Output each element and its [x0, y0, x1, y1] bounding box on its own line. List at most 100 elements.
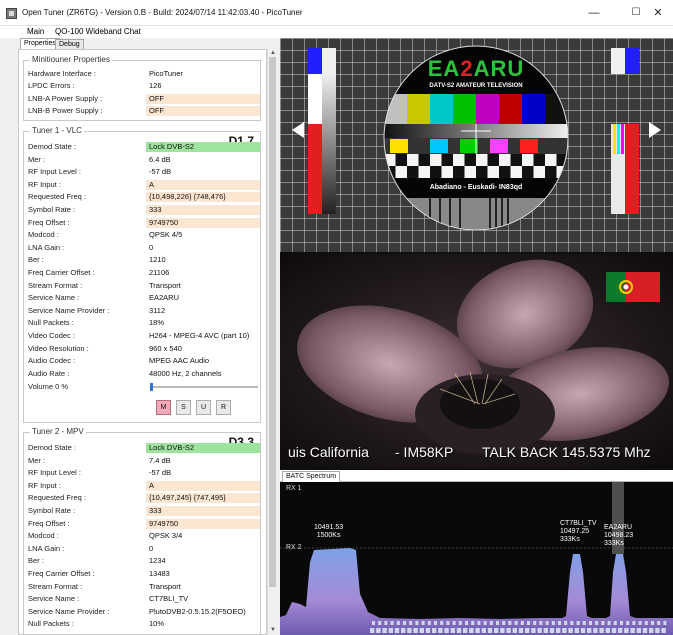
tuner2-prop-value: A — [146, 480, 260, 491]
tuner1-prop-row: Modcod : QPSK 4/5 — [24, 230, 262, 240]
record-button[interactable]: R — [216, 400, 231, 415]
tuner2-title: Tuner 2 - MPV — [30, 427, 86, 436]
scroll-up-icon[interactable]: ▲ — [268, 49, 278, 57]
spectrum-tabbar: BATC Spectrum — [280, 470, 673, 482]
tuner2-prop-row: Service Name : CT7BLI_TV — [24, 594, 262, 604]
tuner2-prop-label: Service Name Provider : — [28, 606, 110, 616]
tuner1-prop-value: H264 - MPEG-4 AVC (part 10) — [149, 331, 250, 340]
tab-batc-spectrum[interactable]: BATC Spectrum — [282, 471, 341, 482]
tuner1-prop-row: Symbol Rate : 333 — [24, 205, 262, 215]
tuner1-prop-row: Stream Format : Transport — [24, 281, 262, 291]
tuner1-prop-value: 18% — [149, 318, 165, 328]
tuner1-prop-label: Symbol Rate : — [28, 205, 76, 214]
portugal-flag-icon — [606, 272, 660, 302]
video-window-2[interactable]: uis California - IM58KP TALK BACK 145.53… — [280, 254, 673, 468]
tuner1-prop-label: Video Resolution : — [28, 343, 89, 353]
tuner1-prop-value: Lock DVB-S2 — [146, 142, 260, 152]
tuner1-prop-label: RF Input Level : — [28, 167, 81, 177]
tuner2-prop-value: 7.4 dB — [149, 455, 171, 465]
rx1-label: RX 1 — [286, 485, 302, 492]
tuner2-prop-label: Symbol Rate : — [28, 506, 76, 515]
tuner2-prop-value: Transport — [149, 581, 181, 591]
tuner1-prop-value: 960 x 540 — [149, 343, 182, 353]
tuner1-prop-value: QPSK 4/5 — [149, 230, 183, 240]
menu-qo100-chat[interactable]: QO-100 Wideband Chat — [55, 27, 141, 36]
tuner1-prop-value: MPEG AAC Audio — [149, 356, 210, 366]
title-bar: Open Tuner (ZR6TG) - Version 0.B - Build… — [0, 0, 673, 26]
tuner2-prop-label: Null Packets : — [28, 619, 74, 629]
tuner2-prop-value: 9749750 — [146, 518, 260, 529]
close-button[interactable]: ✕ — [643, 3, 673, 23]
tuner1-prop-label: Audio Codec : — [28, 356, 76, 366]
tuner2-prop-label: Demod State : — [28, 443, 76, 452]
signal-1-rate: 1500Ks — [316, 532, 341, 539]
osd-callsign-text: uis California — [288, 444, 369, 460]
tuner2-prop-value: -57 dB — [149, 468, 172, 478]
tuner2-prop-row: Symbol Rate : 333 — [24, 506, 262, 516]
tuner2-prop-label: Requested Freq : — [28, 493, 86, 503]
tuner2-prop-row: Mer : 7.4 dB — [24, 456, 262, 466]
tuner1-prop-label: Null Packets : — [28, 318, 74, 328]
properties-scrollbar[interactable]: ▲ ▼ — [267, 49, 277, 635]
osd-locator-text: - IM58KP — [395, 444, 454, 460]
volume-slider-thumb[interactable] — [150, 383, 153, 391]
minitiouner-prop-value: OFF — [146, 93, 260, 104]
tuner1-prop-value: -57 dB — [149, 167, 172, 177]
tuner1-prop-row: Demod State : Lock DVB-S2 — [24, 142, 262, 152]
signal-label-3: EA2ARU 10498.23 333Ks — [604, 524, 633, 548]
tuner1-prop-row: Video Codec : H264 - MPEG-4 AVC (part 10) — [24, 331, 262, 341]
tuner1-prop-label: RF Input : — [28, 179, 61, 189]
minitiouner-prop-value: PicoTuner — [149, 69, 183, 78]
tuner1-prop-label: Stream Format : — [28, 280, 83, 290]
menu-main[interactable]: Main — [27, 27, 44, 36]
tuner2-prop-label: Modcod : — [28, 531, 59, 541]
signal-label-1: 10491.53 1500Ks — [314, 524, 343, 540]
tuner2-prop-label: Ber : — [28, 556, 44, 566]
tuner1-prop-label: Demod State : — [28, 142, 76, 151]
tuner1-prop-row: Audio Rate : 48000 Hz, 2 channels — [24, 369, 262, 379]
osd-talkback-text: TALK BACK 145.5375 Mhz — [482, 444, 651, 460]
minitiouner-prop-row: LNB-A Power Supply : OFF — [24, 93, 262, 104]
tuner2-group: Tuner 2 - MPV D3.3 Demod State : Lock DVB… — [23, 427, 262, 634]
tuner2-prop-row: Requested Freq : {10,497,245} {747,495} — [24, 493, 262, 504]
tuner1-prop-row: Service Name Provider : 3112 — [24, 306, 262, 316]
tuner2-prop-label: Service Name : — [28, 594, 80, 604]
scroll-down-icon[interactable]: ▼ — [268, 626, 278, 634]
tuner2-prop-value: 1234 — [149, 556, 166, 566]
tuner1-title: Tuner 1 - VLC — [30, 126, 84, 135]
tuner1-prop-value: A — [146, 179, 260, 190]
tuner1-prop-row: Audio Codec : MPEG AAC Audio — [24, 356, 262, 366]
batc-spectrum[interactable]: RX 1 RX 2 10491.53 1500Ks CT7BLI_TV 1049… — [280, 482, 673, 635]
video-window-1[interactable]: EA2ARU DATV-S2 AMATEUR TELEVISION Abadia… — [280, 38, 673, 252]
app-icon — [6, 8, 17, 19]
open-tuner-window: Open Tuner (ZR6TG) - Version 0.B - Build… — [0, 0, 673, 635]
udp-button[interactable]: U — [196, 400, 211, 415]
tuner2-prop-row: RF Input : A — [24, 480, 262, 491]
test-card-subtitle: DATV-S2 AMATEUR TELEVISION — [429, 83, 523, 89]
tuner1-prop-row: Video Resolution : 960 x 540 — [24, 344, 262, 354]
tuner1-prop-label: Freq Offset : — [28, 217, 70, 227]
menu-bar: Main QO-100 Wideband Chat — [0, 26, 673, 38]
test-card-logo: EA2ARU — [427, 56, 525, 81]
tuner1-prop-label: Video Codec : — [28, 331, 75, 340]
spectrum-plot — [280, 482, 673, 635]
tab-properties[interactable]: Properties — [20, 38, 60, 49]
tuner1-prop-value: 333 — [146, 205, 260, 215]
tuner1-prop-value: 0 — [149, 242, 154, 252]
tuner2-prop-row: Modcod : QPSK 3/4 — [24, 531, 262, 541]
tuner1-prop-label: Service Name : — [28, 293, 80, 303]
minitiouner-prop-value: 126 — [149, 81, 162, 91]
minitiouner-title: Minitiouner Properties — [30, 55, 112, 64]
scrollbar-thumb[interactable] — [269, 57, 276, 587]
tuner1-prop-row: Freq Carrier Offset : 21106 — [24, 268, 262, 278]
minimize-button[interactable]: — — [579, 3, 609, 23]
volume-slider[interactable] — [150, 383, 258, 391]
snapshot-button[interactable]: S — [176, 400, 191, 415]
tuner1-prop-value: 1210 — [149, 255, 166, 265]
tab-debug[interactable]: Debug — [55, 39, 84, 49]
mute-button[interactable]: M — [156, 400, 171, 415]
volume-row: Volume 0 % — [24, 382, 262, 392]
volume-label: Volume 0 % — [28, 382, 69, 391]
signal-3-freq: 10498.23 — [604, 532, 634, 539]
tuner1-prop-label: LNA Gain : — [28, 242, 65, 252]
